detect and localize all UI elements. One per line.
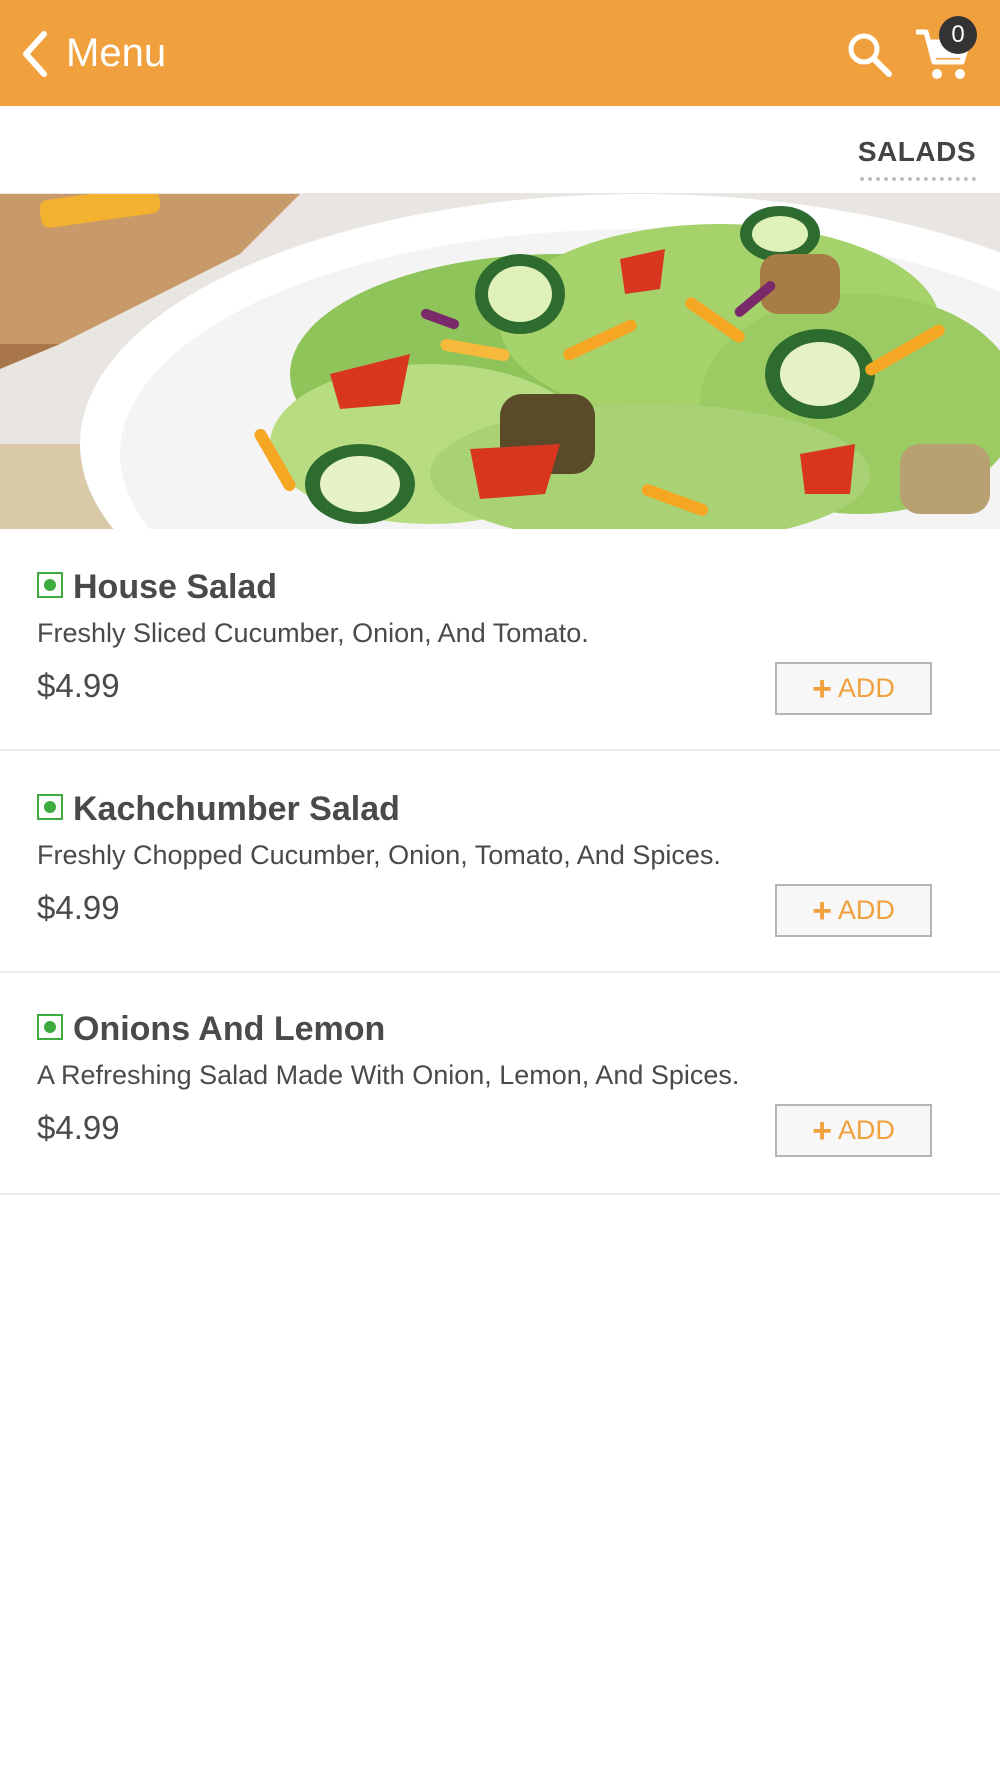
chevron-left-icon xyxy=(23,31,47,77)
tab-salads[interactable]: SALADS xyxy=(858,136,976,174)
item-price: $4.99 xyxy=(37,889,120,926)
item-name: House Salad xyxy=(73,568,278,606)
veg-icon xyxy=(37,794,63,820)
category-tab-bar: SALADS xyxy=(0,106,1000,194)
page-title: Menu xyxy=(66,31,167,75)
search-icon xyxy=(848,33,892,77)
veg-icon xyxy=(37,572,63,598)
tab-indicator xyxy=(860,177,976,181)
item-price: $4.99 xyxy=(37,1109,120,1146)
add-label: ADD xyxy=(837,1115,895,1145)
menu-item: Onions And Lemon A Refreshing Salad Made… xyxy=(0,973,1000,1195)
item-description: Freshly Chopped Cucumber, Onion, Tomato,… xyxy=(37,840,721,870)
item-name: Onions And Lemon xyxy=(73,1010,386,1048)
item-description: Freshly Sliced Cucumber, Onion, And Toma… xyxy=(37,618,589,648)
plus-icon: + xyxy=(812,891,832,930)
plus-icon: + xyxy=(812,669,832,708)
item-name: Kachchumber Salad xyxy=(73,790,400,828)
menu-item: House Salad Freshly Sliced Cucumber, Oni… xyxy=(0,529,1000,751)
plus-icon: + xyxy=(812,1111,832,1150)
menu-item: Kachchumber Salad Freshly Chopped Cucumb… xyxy=(0,751,1000,973)
veg-icon xyxy=(37,1014,63,1040)
search-button[interactable] xyxy=(842,27,896,81)
back-button[interactable] xyxy=(14,28,56,80)
salad-photo xyxy=(0,194,1000,529)
cart-count-badge: 0 xyxy=(939,16,977,54)
item-description: A Refreshing Salad Made With Onion, Lemo… xyxy=(37,1060,740,1090)
add-label: ADD xyxy=(837,895,895,925)
category-hero-image xyxy=(0,194,1000,529)
add-button[interactable]: + ADD xyxy=(775,1104,932,1157)
item-price: $4.99 xyxy=(37,667,120,704)
app-bar: Menu 0 xyxy=(0,0,1000,106)
add-button[interactable]: + ADD xyxy=(775,884,932,937)
add-label: ADD xyxy=(837,673,895,703)
add-button[interactable]: + ADD xyxy=(775,662,932,715)
